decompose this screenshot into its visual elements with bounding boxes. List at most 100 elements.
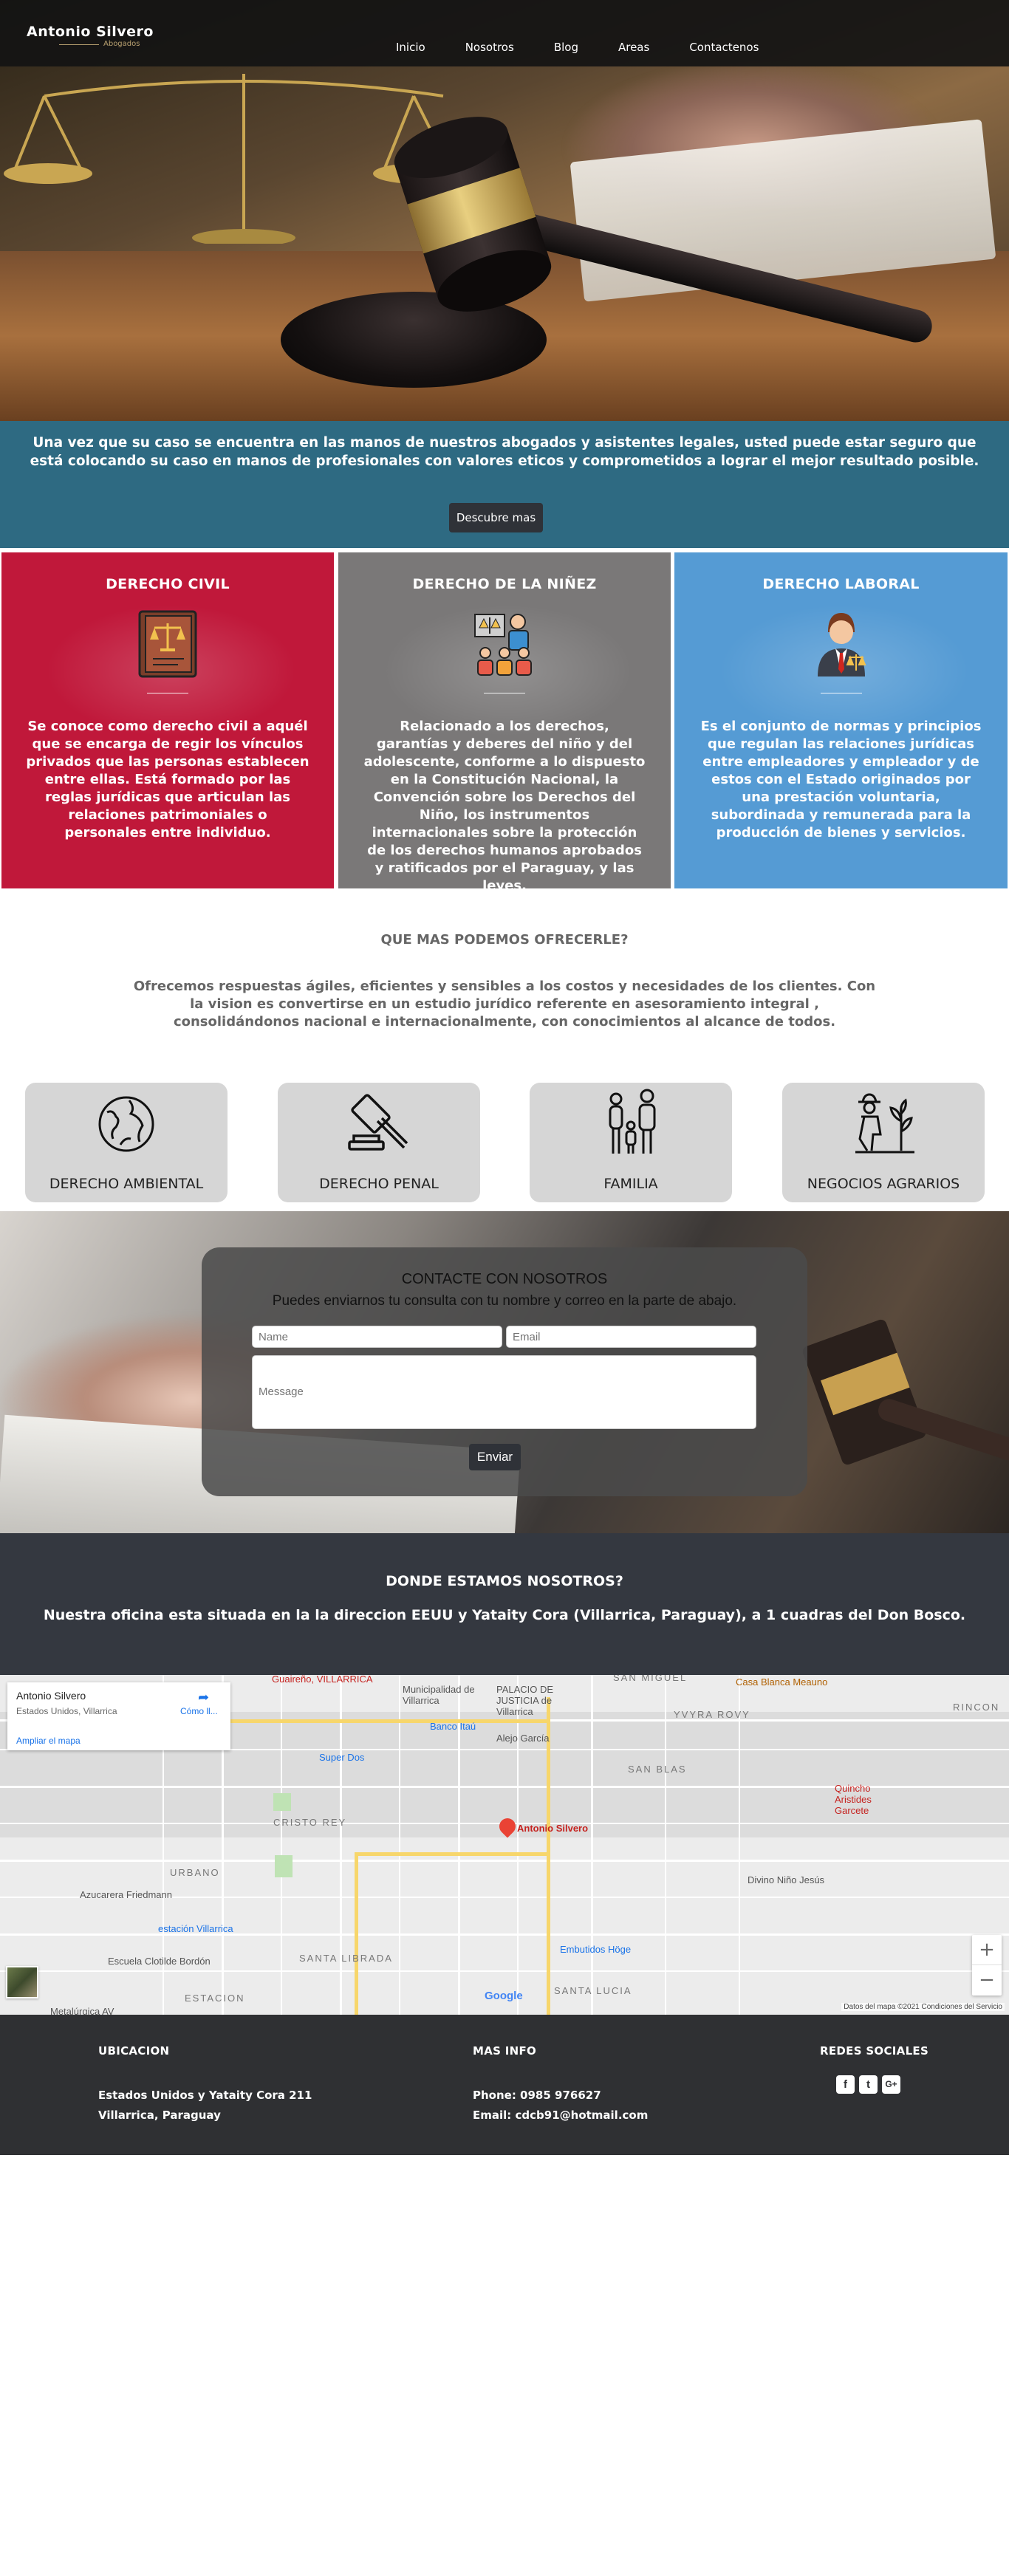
nav-item-nosotros[interactable]: Nosotros bbox=[465, 41, 514, 54]
map-place-address: Estados Unidos, Villarrica bbox=[16, 1706, 117, 1716]
lawyer-icon bbox=[817, 613, 866, 676]
gavel-icon bbox=[348, 1094, 408, 1151]
map-poi[interactable]: Super Dos bbox=[319, 1752, 364, 1763]
map-poi[interactable]: Escuela Clotilde Bordón bbox=[108, 1956, 211, 1967]
map-label: YVYRA ROVY bbox=[674, 1709, 750, 1720]
law-book-icon bbox=[138, 610, 197, 678]
map-poi[interactable]: Banco Itaú bbox=[430, 1721, 476, 1732]
service-label: NEGOCIOS AGRARIOS bbox=[807, 1176, 960, 1192]
map-place-name: Antonio Silvero bbox=[16, 1690, 86, 1702]
map-label: CRISTO REY bbox=[273, 1817, 347, 1828]
area-card-laboral[interactable]: DERECHO LABORAL Es el conjunto de normas… bbox=[674, 552, 1008, 888]
service-label: FAMILIA bbox=[603, 1176, 658, 1192]
location-text: Nuestra oficina esta situada en la la di… bbox=[43, 1607, 966, 1623]
offer-text: Ofrecemos respuestas ágiles, eficientes … bbox=[133, 979, 876, 1030]
map-poi[interactable]: PALACIO DE JUSTICIA de Villarrica bbox=[496, 1684, 585, 1717]
brand-logo[interactable]: Antonio Silvero Abogados bbox=[27, 24, 154, 48]
top-navbar: Antonio Silvero Abogados Inicio Nosotros… bbox=[0, 0, 1009, 66]
facebook-icon[interactable]: f bbox=[836, 2075, 855, 2094]
practice-areas: DERECHO CIVIL Se conoce como derecho civ… bbox=[0, 552, 1009, 888]
email-input[interactable] bbox=[506, 1326, 756, 1348]
contact-section: CONTACTE CON NOSOTROS Puedes enviarnos t… bbox=[0, 1211, 1009, 1533]
directions-icon[interactable]: ➦ bbox=[198, 1690, 209, 1705]
nav-item-inicio[interactable]: Inicio bbox=[396, 41, 425, 54]
zoom-out-button[interactable]: − bbox=[972, 1965, 1002, 1996]
zoom-controls: + − bbox=[972, 1935, 1002, 1996]
google-plus-icon[interactable]: G+ bbox=[882, 2075, 900, 2094]
nav-item-contactenos[interactable]: Contactenos bbox=[689, 41, 759, 54]
map-label: RINCON bbox=[953, 1702, 1000, 1713]
service-card-penal[interactable]: DERECHO PENAL bbox=[278, 1083, 480, 1202]
enlarge-map-link[interactable]: Ampliar el mapa bbox=[16, 1736, 81, 1746]
area-card-civil[interactable]: DERECHO CIVIL Se conoce como derecho civ… bbox=[1, 552, 334, 888]
map-poi[interactable]: Divino Niño Jesús bbox=[748, 1874, 824, 1885]
map-poi[interactable]: Quincho Aristides Garcete bbox=[835, 1783, 901, 1816]
map-label: URBANO bbox=[170, 1867, 220, 1878]
service-card-agrarios[interactable]: NEGOCIOS AGRARIOS bbox=[782, 1083, 985, 1202]
family-court-icon bbox=[474, 614, 532, 676]
area-title: DERECHO CIVIL bbox=[106, 576, 230, 592]
footer-heading: UBICACION bbox=[98, 2044, 170, 2058]
map-label: ESTACION bbox=[185, 1993, 245, 2004]
message-textarea[interactable] bbox=[252, 1355, 756, 1429]
footer-social: REDES SOCIALES f t G+ bbox=[820, 2044, 928, 2094]
footer-heading: MAS INFO bbox=[473, 2044, 537, 2058]
contact-lead: Puedes enviarnos tu consulta con tu nomb… bbox=[272, 1293, 737, 1309]
discover-more-button[interactable]: Descubre mas bbox=[449, 503, 543, 532]
area-title: DERECHO LABORAL bbox=[762, 576, 920, 592]
map-poi[interactable]: estación Villarrica bbox=[158, 1923, 233, 1934]
footer-phone[interactable]: Phone: 0985 976627 bbox=[473, 2086, 648, 2106]
service-card-ambiental[interactable]: DERECHO AMBIENTAL bbox=[25, 1083, 228, 1202]
service-card-familia[interactable]: FAMILIA bbox=[530, 1083, 732, 1202]
twitter-icon[interactable]: t bbox=[859, 2075, 878, 2094]
map-attribution[interactable]: Datos del mapa ©2021 Condiciones del Ser… bbox=[841, 2003, 1005, 2011]
area-text: Es el conjunto de normas y principios qu… bbox=[700, 719, 982, 840]
location-title: DONDE ESTAMOS NOSOTROS? bbox=[386, 1573, 623, 1589]
area-text: Relacionado a los derechos, garantías y … bbox=[363, 719, 646, 888]
map-label: SAN BLAS bbox=[628, 1764, 687, 1775]
map-poi[interactable]: Metalúrgica AV bbox=[50, 2006, 114, 2015]
map-poi[interactable]: Azucarera Friedmann bbox=[80, 1889, 172, 1900]
directions-link[interactable]: Cómo ll... bbox=[180, 1706, 218, 1716]
map-label: SANTA LUCIA bbox=[554, 1985, 632, 1996]
footer: UBICACION Estados Unidos y Yataity Cora … bbox=[0, 2015, 1009, 2155]
service-label: DERECHO AMBIENTAL bbox=[49, 1176, 204, 1192]
nav-menu: Inicio Nosotros Blog Areas Contactenos bbox=[396, 41, 798, 54]
brand-name: Antonio Silvero bbox=[27, 24, 154, 40]
footer-ubicacion: UBICACION Estados Unidos y Yataity Cora … bbox=[98, 2044, 312, 2125]
contact-form: CONTACTE CON NOSOTROS Puedes enviarnos t… bbox=[202, 1247, 807, 1496]
footer-info: MAS INFO Phone: 0985 976627 Email: cdcb9… bbox=[473, 2044, 648, 2125]
nav-item-areas[interactable]: Areas bbox=[618, 41, 649, 54]
google-map[interactable]: SAN MIGUEL YVYRA ROVY RINCON SAN BLAS CR… bbox=[0, 1675, 1009, 2015]
map-poi[interactable]: Municipalidad de Villarrica bbox=[403, 1684, 476, 1706]
offer-title: QUE MAS PODEMOS OFRECERLE? bbox=[380, 932, 629, 948]
farmer-icon bbox=[855, 1093, 914, 1154]
area-text: Se conoce como derecho civil a aquél que… bbox=[26, 719, 309, 840]
hero-text: Una vez que su caso se encuentra en las … bbox=[30, 435, 979, 469]
map-label: SAN MIGUEL bbox=[613, 1675, 688, 1683]
footer-email[interactable]: Email: cdcb91@hotmail.com bbox=[473, 2106, 648, 2125]
map-poi[interactable]: Casa Blanca Meauno bbox=[736, 1676, 827, 1688]
map-marker-label[interactable]: Antonio Silvero bbox=[517, 1823, 588, 1834]
globe-icon bbox=[98, 1096, 154, 1152]
footer-line: Villarrica, Paraguay bbox=[98, 2109, 221, 2122]
send-button[interactable]: Enviar bbox=[469, 1444, 521, 1470]
map-poi[interactable]: Alejo García bbox=[496, 1733, 550, 1744]
area-card-ninez[interactable]: DERECHO DE LA NIÑEZ Relacionado a los de… bbox=[338, 552, 671, 888]
location-section: DONDE ESTAMOS NOSOTROS? Nuestra oficina … bbox=[0, 1533, 1009, 1675]
name-input[interactable] bbox=[252, 1326, 502, 1348]
hero-banner: Una vez que su caso se encuentra en las … bbox=[0, 421, 1009, 548]
nav-item-blog[interactable]: Blog bbox=[554, 41, 578, 54]
service-label: DERECHO PENAL bbox=[319, 1176, 439, 1192]
map-poi[interactable]: Embutidos Höge bbox=[560, 1944, 631, 1955]
google-logo: Google bbox=[485, 1990, 523, 2002]
satellite-toggle[interactable] bbox=[6, 1966, 38, 1998]
map-info-card: Antonio Silvero Estados Unidos, Villarri… bbox=[7, 1682, 230, 1750]
area-title: DERECHO DE LA NIÑEZ bbox=[412, 576, 597, 592]
family-icon bbox=[609, 1089, 656, 1154]
contact-title: CONTACTE CON NOSOTROS bbox=[401, 1271, 608, 1287]
zoom-in-button[interactable]: + bbox=[972, 1935, 1002, 1965]
map-label: SANTA LIBRADA bbox=[299, 1953, 393, 1964]
map-poi[interactable]: Guaireño, VILLARRICA bbox=[272, 1675, 373, 1685]
footer-line: Estados Unidos y Yataity Cora 211 bbox=[98, 2089, 312, 2102]
